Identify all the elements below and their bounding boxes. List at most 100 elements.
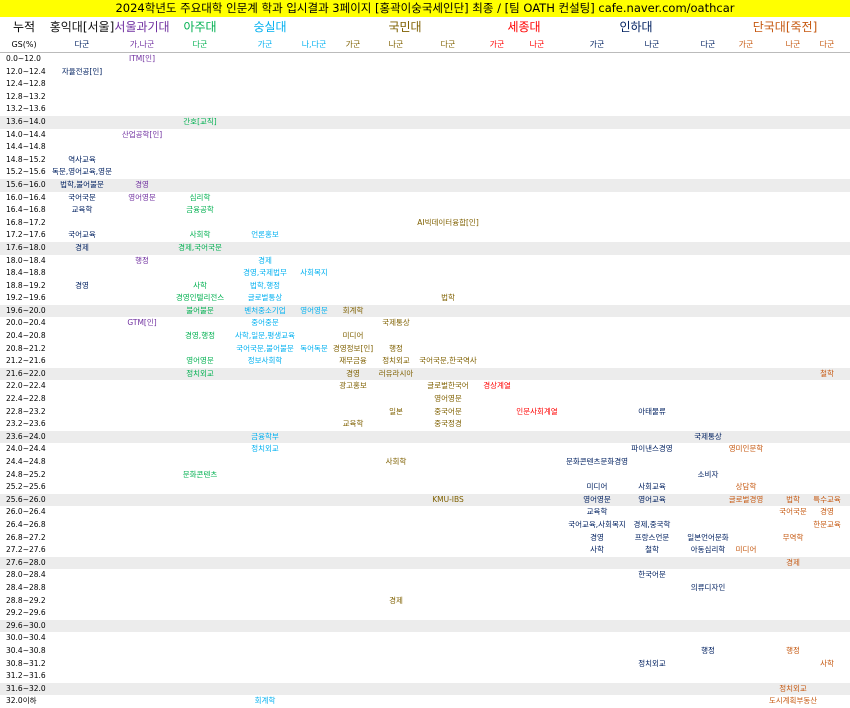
table-row: 16.8~17.2 AI빅데이터융합[인] — [0, 217, 850, 230]
department-cell: 행정 — [786, 645, 800, 655]
department-cell: 국어교육 — [68, 230, 96, 240]
table-row: 14.0~14.4 산업공학[인] — [0, 129, 850, 142]
table-row: 15.2~15.6 독문,영어교육,영문 — [0, 166, 850, 179]
table-row: 29.2~29.6 — [0, 607, 850, 620]
gs-range-label: 13.6~14.0 — [6, 116, 46, 126]
gs-range-label: 22.0~22.4 — [6, 381, 46, 391]
department-cell: 사회학 — [385, 457, 407, 466]
table-row: 18.4~18.8 경영,국제법무 사회복지 — [0, 267, 850, 280]
department-cell: GTM[인] — [127, 318, 157, 328]
department-cell: 교육학 — [586, 507, 608, 517]
table-row: 14.8~15.2 역사교육 — [0, 154, 850, 167]
department-cell: 정치외교 — [186, 368, 214, 378]
table-row: 22.4~22.8 영어영문 — [0, 393, 850, 406]
admission-group-header-row: GS(%) 다군 가,나군 다군 가군 나,다군 가군 나군 다군 가군 나군 가군 나군 다군 가군 나군 다… — [0, 37, 850, 53]
department-cell: 철학 — [645, 545, 659, 555]
department-cell: 사학 — [193, 280, 207, 290]
department-cell: 국어국문,한국역사 — [419, 356, 477, 366]
department-cell: 미디어 — [586, 482, 608, 492]
department-cell: 경영 — [590, 532, 604, 542]
university-header: 서울과기대 — [114, 20, 170, 34]
department-cell: 철학 — [820, 368, 834, 378]
department-cell: 경제,중국학 — [633, 519, 671, 529]
table-row: 20.4~20.8 경영,행정 사학,일문,평생교육 미디어 — [0, 330, 850, 343]
admission-group-header: 다군 — [819, 40, 835, 49]
gs-range-label: 26.4~26.8 — [6, 519, 46, 529]
gs-range-label: 17.2~17.6 — [6, 230, 46, 240]
table-row: 17.2~17.6 국어교육 사회학 언론홍보 — [0, 229, 850, 242]
department-cell: 영어영문 — [583, 494, 611, 504]
department-cell: 영어영문 — [434, 394, 462, 404]
gs-range-label: 20.4~20.8 — [6, 331, 46, 341]
gs-range-label: 30.0~30.4 — [6, 633, 46, 643]
university-header: 누적 — [12, 20, 36, 34]
gs-range-label: 20.0~20.4 — [6, 318, 46, 328]
table-row: 23.2~23.6 교육학 중국정경 — [0, 418, 850, 431]
table-row: 22.0~22.4 광고홍보 글로벌한국어 경상계열 — [0, 380, 850, 393]
gs-range-label: 27.6~28.0 — [6, 557, 46, 567]
department-cell: 경영 — [346, 368, 360, 378]
table-row: 24.4~24.8 사회학 문화콘텐츠문화경영 — [0, 456, 850, 469]
department-cell: KMU-IBS — [432, 494, 464, 504]
table-row: 16.4~16.8 교육학 금융공학 — [0, 204, 850, 217]
department-cell: 독문,영어교육,영문 — [52, 167, 112, 177]
admission-group-header: 가군 — [589, 40, 605, 49]
table-row: 12.8~13.2 — [0, 91, 850, 104]
department-cell: 회계학 — [254, 696, 276, 706]
gs-range-label: 13.2~13.6 — [6, 104, 46, 114]
department-cell: 독어독문 — [300, 343, 328, 353]
gs-range-label: 32.0이하 — [6, 696, 37, 706]
department-cell: 정치외교 — [382, 356, 410, 366]
gs-range-label: 16.8~17.2 — [6, 217, 46, 227]
department-cell: 불어불문 — [186, 305, 214, 315]
table-row: 20.8~21.2 국어국문,불어불문 독어독문 경영정보[인] 행정 — [0, 343, 850, 356]
department-cell: 사학,일문,평생교육 — [235, 331, 295, 341]
department-cell: 산업공학[인] — [121, 129, 163, 139]
gs-range-label: 12.0~12.4 — [6, 66, 46, 76]
department-cell: 글로벌경영 — [728, 494, 764, 504]
table-row: 13.6~14.0 간호[교직] — [0, 115, 850, 129]
department-cell: 경상계열 — [483, 381, 511, 391]
admission-group-header: 가군 — [345, 40, 361, 49]
department-cell: 문화콘텐츠문화경영 — [565, 457, 629, 466]
table-row: 28.8~29.2 경제 — [0, 595, 850, 608]
table-row: 30.4~30.8 행정 행정 — [0, 645, 850, 658]
department-cell: 글로벌통상 — [247, 293, 283, 303]
table-row: 21.6~22.0 정치외교 경영 러유라시아 철학 — [0, 367, 850, 381]
department-cell: 국제통상 — [382, 318, 410, 328]
page-title: 2024학년도 주요대학 인문계 학과 입시결과 3페이지 [홍곽이숭국세인단]… — [0, 0, 850, 17]
table-row: 27.2~27.6 사학 철학 아동심리학 미디어 — [0, 544, 850, 557]
gs-range-label: 23.2~23.6 — [6, 419, 46, 429]
gs-range-label: 26.8~27.2 — [6, 532, 46, 542]
department-cell: 재무금융 — [339, 356, 367, 366]
table-row: 21.2~21.6 영어영문 정보사회학 재무금융 정치외교 국어국문,한국역사 — [0, 355, 850, 368]
university-header: 단국대[죽전] — [752, 20, 818, 34]
gs-range-label: 28.0~28.4 — [6, 570, 46, 580]
gs-range-label: 18.0~18.4 — [6, 255, 46, 265]
department-cell: 교육학 — [71, 205, 93, 215]
table-row: 13.2~13.6 — [0, 103, 850, 116]
gs-range-label: 14.4~14.8 — [6, 142, 46, 152]
gs-range-label: 14.0~14.4 — [6, 129, 46, 139]
gs-range-label: 25.6~26.0 — [6, 494, 46, 504]
department-cell: 법학 — [786, 494, 800, 504]
table-row: 26.4~26.8 국어교육,사회복지 경제,중국학 한문교육 — [0, 519, 850, 532]
grade-rows: 0.0~12.0 ITM[인] 12.0~12.4 자율전공[인] 12.4~12.8 1… — [0, 53, 850, 708]
table-row: 0.0~12.0 ITM[인] — [0, 53, 850, 66]
table-row: 25.2~25.6 미디어 사회교육 상담학 — [0, 481, 850, 494]
gs-range-label: 28.4~28.8 — [6, 582, 46, 592]
department-cell: 행정 — [389, 343, 403, 353]
admission-group-header: 가,나군 — [129, 40, 155, 49]
table-row: 30.8~31.2 정치외교 사학 — [0, 658, 850, 671]
department-cell: 영어영문 — [300, 305, 328, 315]
admissions-sheet: 2024학년도 주요대학 인문계 학과 입시결과 3페이지 [홍곽이숭국세인단]… — [0, 0, 850, 708]
department-cell: 프랑스언문 — [634, 532, 670, 542]
department-cell: 특수교육 — [813, 494, 841, 504]
department-cell: 파이낸스경영 — [631, 444, 673, 454]
department-cell: 행정 — [135, 255, 149, 265]
department-cell: 영어영문 — [186, 356, 214, 366]
university-header: 아주대 — [183, 20, 217, 34]
gs-range-label: 21.6~22.0 — [6, 368, 46, 378]
department-cell: 미디어 — [735, 545, 757, 555]
gs-range-label: 15.2~15.6 — [6, 167, 46, 177]
